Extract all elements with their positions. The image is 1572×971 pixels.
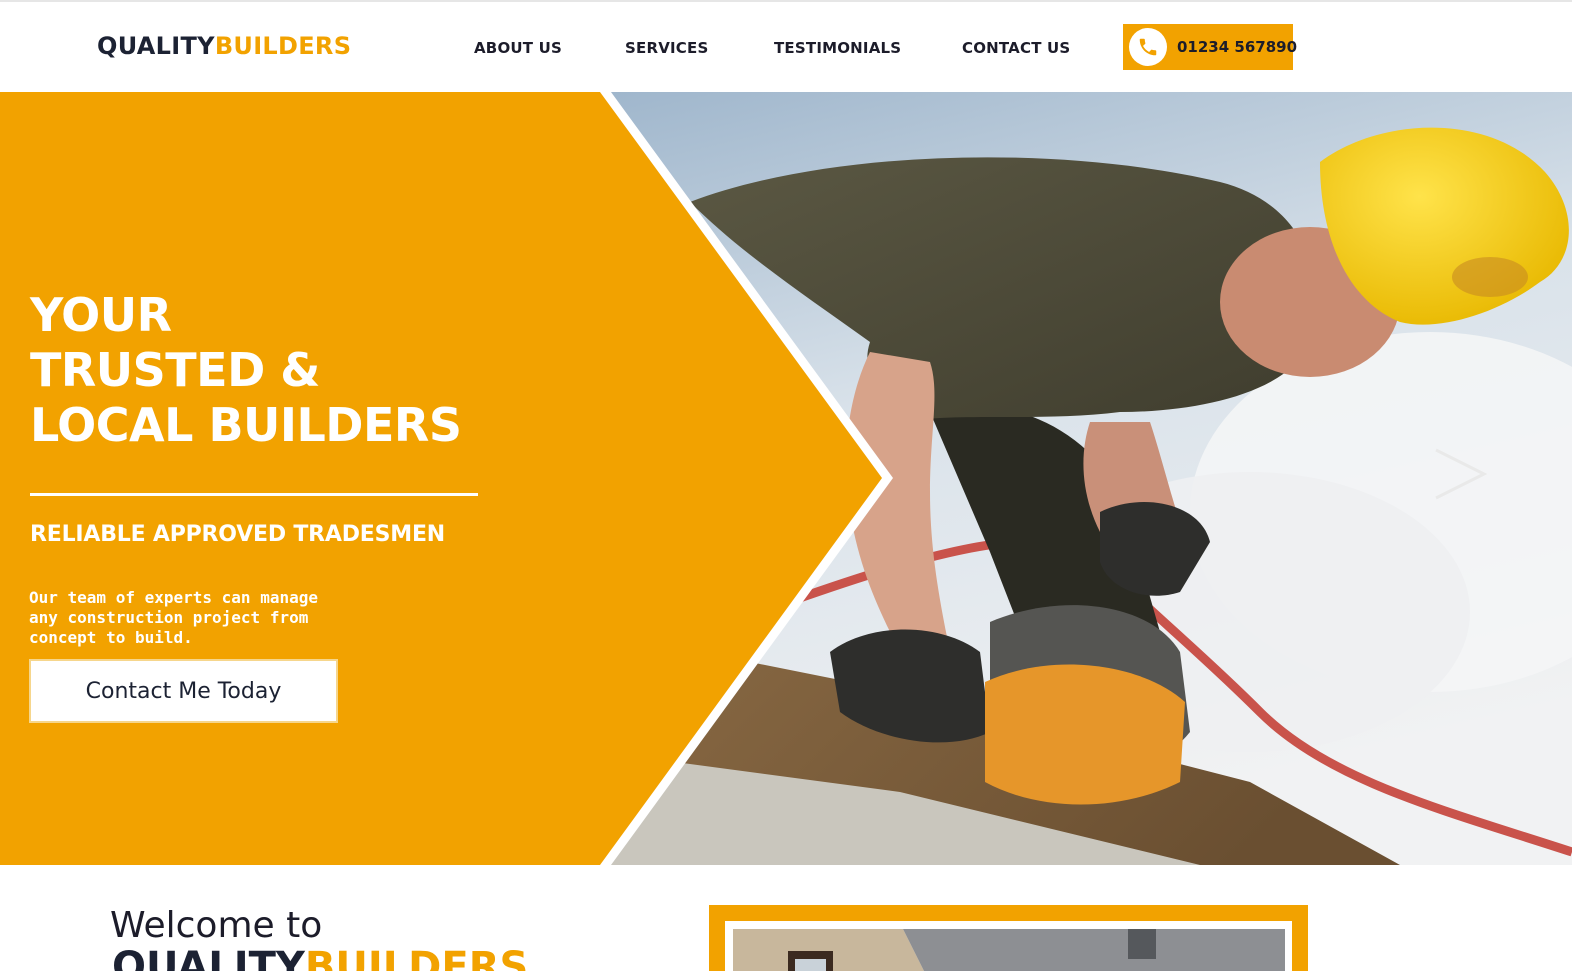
hero-section: YOUR TRUSTED & LOCAL BUILDERS RELIABLE A…: [0, 92, 1572, 865]
hero-description-line: Our team of experts can manage: [29, 588, 318, 607]
hero-description: Our team of experts can manage any const…: [29, 588, 389, 648]
phone-button[interactable]: 01234 567890: [1123, 24, 1297, 70]
cta-label: Contact Me Today: [85, 679, 282, 704]
contact-me-today-button[interactable]: Contact Me Today: [29, 659, 338, 723]
hero-background: [0, 92, 1572, 865]
hero-title-line: TRUSTED &: [30, 343, 320, 397]
phone-number: 01234 567890: [1177, 38, 1298, 56]
chevron-right-icon[interactable]: [1430, 444, 1492, 504]
hero-title: YOUR TRUSTED & LOCAL BUILDERS: [30, 288, 462, 453]
nav-about-us[interactable]: ABOUT US: [474, 39, 562, 57]
hero-description-line: concept to build.: [29, 628, 193, 647]
nav-contact-us[interactable]: CONTACT US: [962, 39, 1070, 57]
site-header: QUALITYBUILDERS ABOUT US SERVICES TESTIM…: [0, 2, 1572, 92]
hero-divider: [30, 493, 478, 496]
hero-title-line: YOUR: [30, 288, 172, 342]
welcome-brand-builders: BUILDERS: [304, 944, 529, 971]
welcome-brand: QUALITYBUILDERS: [112, 944, 528, 971]
logo-part-builders: BUILDERS: [214, 32, 352, 60]
nav-services[interactable]: SERVICES: [625, 39, 708, 57]
logo-part-quality: QUALITY: [97, 32, 215, 60]
welcome-brand-quality: QUALITY: [112, 944, 305, 971]
site-logo[interactable]: QUALITYBUILDERS: [97, 32, 351, 60]
welcome-heading: Welcome to: [110, 905, 323, 946]
hero-title-line: LOCAL BUILDERS: [30, 398, 462, 452]
nav-testimonials[interactable]: TESTIMONIALS: [774, 39, 901, 57]
house-photo: [733, 929, 1285, 971]
hero-subtitle: RELIABLE APPROVED TRADESMEN: [30, 522, 446, 547]
phone-icon: [1129, 28, 1167, 66]
hero-description-line: any construction project from: [29, 608, 309, 627]
house-photo-frame: [709, 905, 1308, 971]
